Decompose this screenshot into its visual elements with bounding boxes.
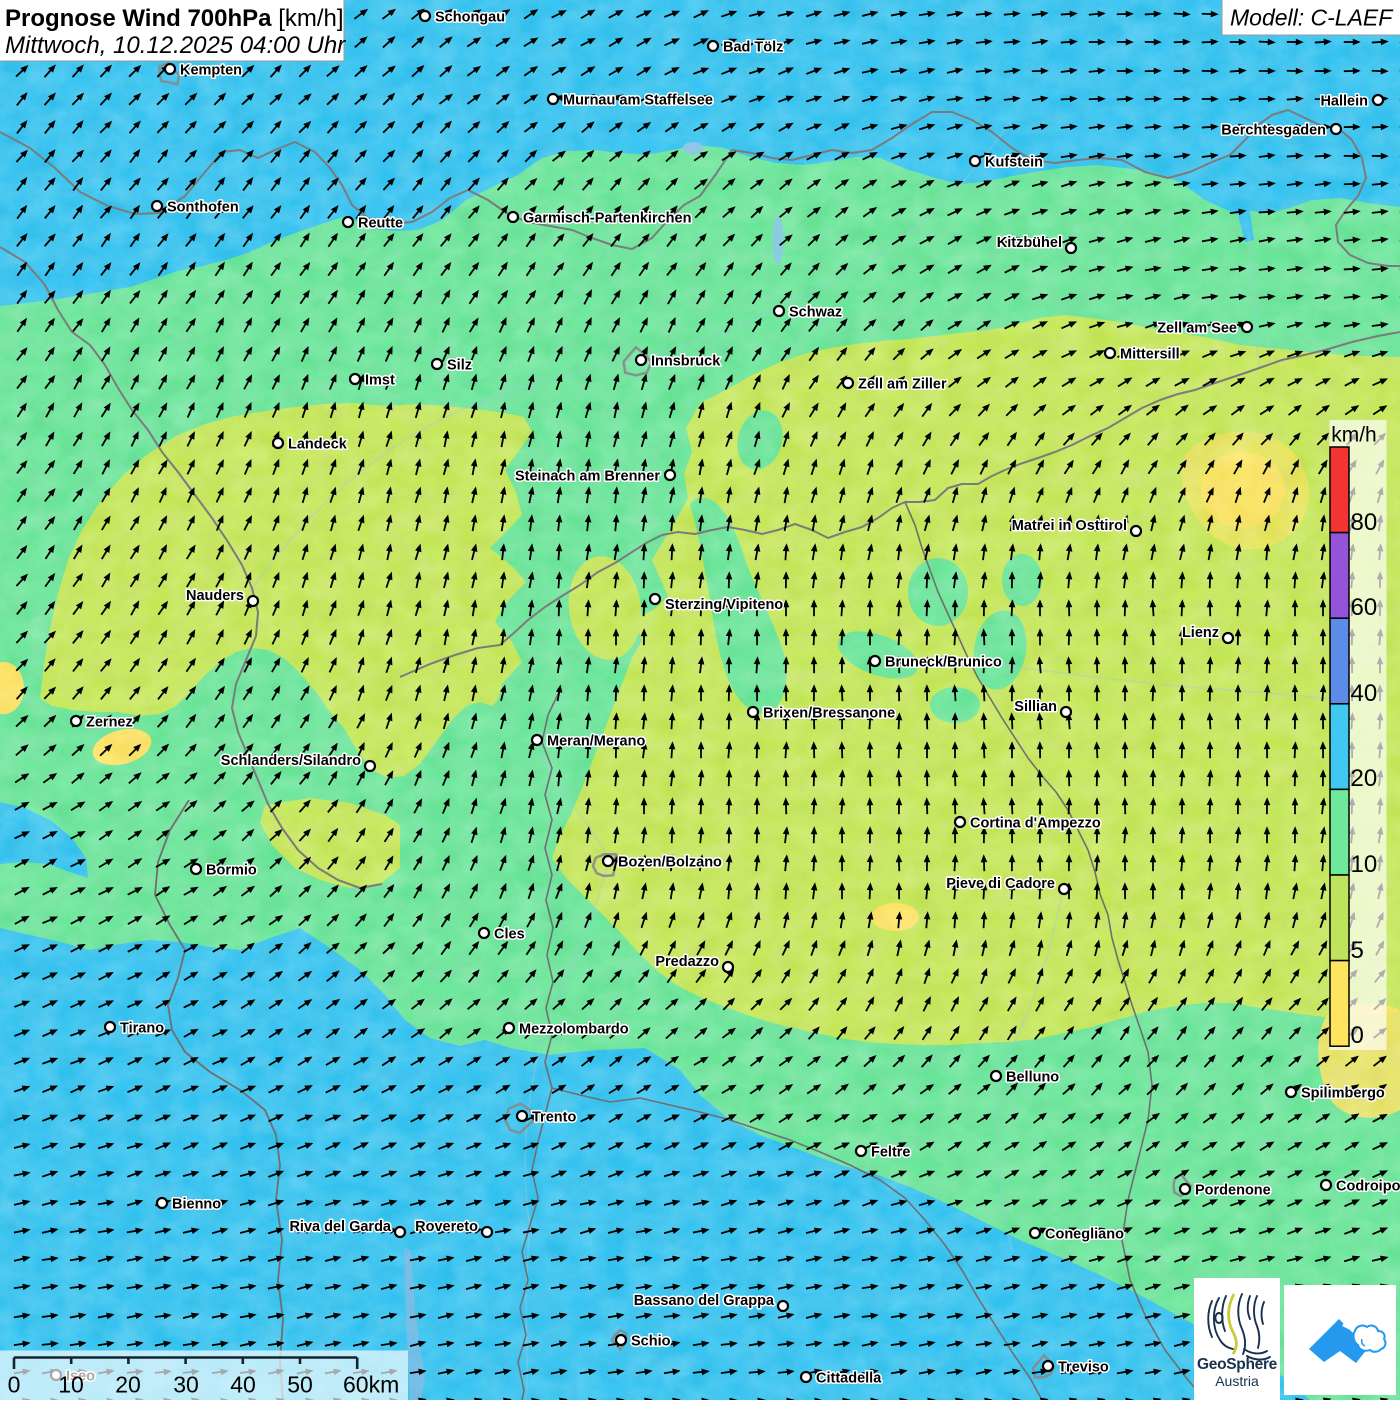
svg-text:Sillian: Sillian — [1014, 699, 1057, 715]
svg-text:Bassano del Grappa: Bassano del Grappa — [634, 1293, 775, 1309]
svg-text:Zell am See: Zell am See — [1157, 321, 1237, 337]
svg-text:Schio: Schio — [631, 1334, 671, 1350]
svg-text:Garmisch-Partenkirchen: Garmisch-Partenkirchen — [523, 211, 691, 227]
svg-text:Trento: Trento — [532, 1110, 576, 1126]
svg-text:Riva del Garda: Riva del Garda — [289, 1219, 391, 1235]
svg-text:Sonthofen: Sonthofen — [167, 200, 239, 216]
svg-text:Brixen/Bressanone: Brixen/Bressanone — [763, 706, 895, 722]
svg-text:Schwaz: Schwaz — [789, 305, 842, 321]
svg-text:Tirano: Tirano — [120, 1021, 164, 1037]
svg-text:Feltre: Feltre — [871, 1145, 911, 1161]
svg-text:Mittwoch, 10.12.2025 04:00 Uhr: Mittwoch, 10.12.2025 04:00 Uhr — [5, 32, 346, 59]
svg-text:Nauders: Nauders — [186, 588, 244, 604]
svg-text:Silz: Silz — [447, 358, 472, 374]
svg-text:60km: 60km — [343, 1372, 399, 1398]
svg-text:Berchtesgaden: Berchtesgaden — [1221, 123, 1326, 139]
svg-text:GeoSphere: GeoSphere — [1197, 1356, 1278, 1373]
svg-text:0: 0 — [8, 1372, 21, 1398]
svg-text:Hallein: Hallein — [1320, 94, 1368, 110]
svg-text:50: 50 — [287, 1372, 313, 1398]
svg-text:Schongau: Schongau — [435, 10, 505, 26]
svg-text:Murnau am Staffelsee: Murnau am Staffelsee — [563, 93, 713, 109]
svg-text:Schlanders/Silandro: Schlanders/Silandro — [221, 753, 361, 769]
svg-text:20: 20 — [1351, 765, 1378, 792]
svg-text:10: 10 — [1351, 851, 1378, 878]
svg-text:Kitzbühel: Kitzbühel — [997, 235, 1062, 251]
svg-text:Treviso: Treviso — [1058, 1360, 1109, 1376]
svg-text:10: 10 — [58, 1372, 84, 1398]
svg-text:30: 30 — [173, 1372, 199, 1398]
svg-text:Bruneck/Brunico: Bruneck/Brunico — [885, 655, 1002, 671]
svg-text:Cittadella: Cittadella — [816, 1371, 882, 1387]
svg-text:Prognose Wind 700hPa [km/h]: Prognose Wind 700hPa [km/h] — [5, 5, 344, 32]
svg-text:0: 0 — [1351, 1022, 1364, 1049]
svg-text:Zell am Ziller: Zell am Ziller — [858, 377, 947, 393]
svg-text:Spilimbergo: Spilimbergo — [1301, 1086, 1385, 1102]
svg-text:Reutte: Reutte — [358, 216, 403, 232]
svg-text:km/h: km/h — [1331, 424, 1377, 447]
svg-text:5: 5 — [1351, 937, 1364, 964]
svg-text:Zernez: Zernez — [86, 715, 133, 731]
svg-text:Sterzing/Vipiteno: Sterzing/Vipiteno — [665, 597, 783, 613]
svg-text:40: 40 — [1351, 680, 1378, 707]
svg-text:Belluno: Belluno — [1006, 1070, 1059, 1086]
svg-text:Modell: C-LAEF: Modell: C-LAEF — [1230, 5, 1394, 31]
svg-text:Bad Tölz: Bad Tölz — [723, 40, 783, 56]
svg-text:Bormio: Bormio — [206, 863, 257, 879]
svg-text:Codroipo: Codroipo — [1336, 1179, 1400, 1195]
svg-text:Matrei in Osttirol: Matrei in Osttirol — [1012, 518, 1127, 534]
svg-text:Cles: Cles — [494, 927, 525, 943]
svg-text:40: 40 — [230, 1372, 256, 1398]
svg-text:Bozen/Bolzano: Bozen/Bolzano — [618, 855, 722, 871]
svg-text:Pieve di Cadore: Pieve di Cadore — [946, 876, 1055, 892]
svg-text:Landeck: Landeck — [288, 437, 348, 453]
svg-text:Bienno: Bienno — [172, 1197, 221, 1213]
svg-text:Meran/Merano: Meran/Merano — [547, 734, 645, 750]
svg-text:Rovereto: Rovereto — [415, 1219, 478, 1235]
svg-text:Mezzolombardo: Mezzolombardo — [519, 1022, 629, 1038]
svg-text:Pordenone: Pordenone — [1195, 1183, 1271, 1199]
svg-text:Cortina d'Ampezzo: Cortina d'Ampezzo — [970, 816, 1101, 832]
svg-text:Imst: Imst — [365, 373, 395, 389]
svg-text:Kempten: Kempten — [180, 63, 242, 79]
svg-text:Lienz: Lienz — [1182, 625, 1219, 641]
svg-text:Mittersill: Mittersill — [1120, 347, 1180, 363]
svg-text:Austria: Austria — [1215, 1373, 1259, 1389]
svg-text:20: 20 — [115, 1372, 141, 1398]
svg-text:60: 60 — [1351, 594, 1378, 621]
svg-text:Kufstein: Kufstein — [985, 155, 1043, 171]
svg-text:Innsbruck: Innsbruck — [651, 354, 721, 370]
svg-text:80: 80 — [1351, 509, 1378, 536]
svg-text:Steinach am Brenner: Steinach am Brenner — [515, 469, 660, 485]
svg-text:Predazzo: Predazzo — [655, 954, 719, 970]
svg-text:Conegliano: Conegliano — [1045, 1227, 1124, 1243]
